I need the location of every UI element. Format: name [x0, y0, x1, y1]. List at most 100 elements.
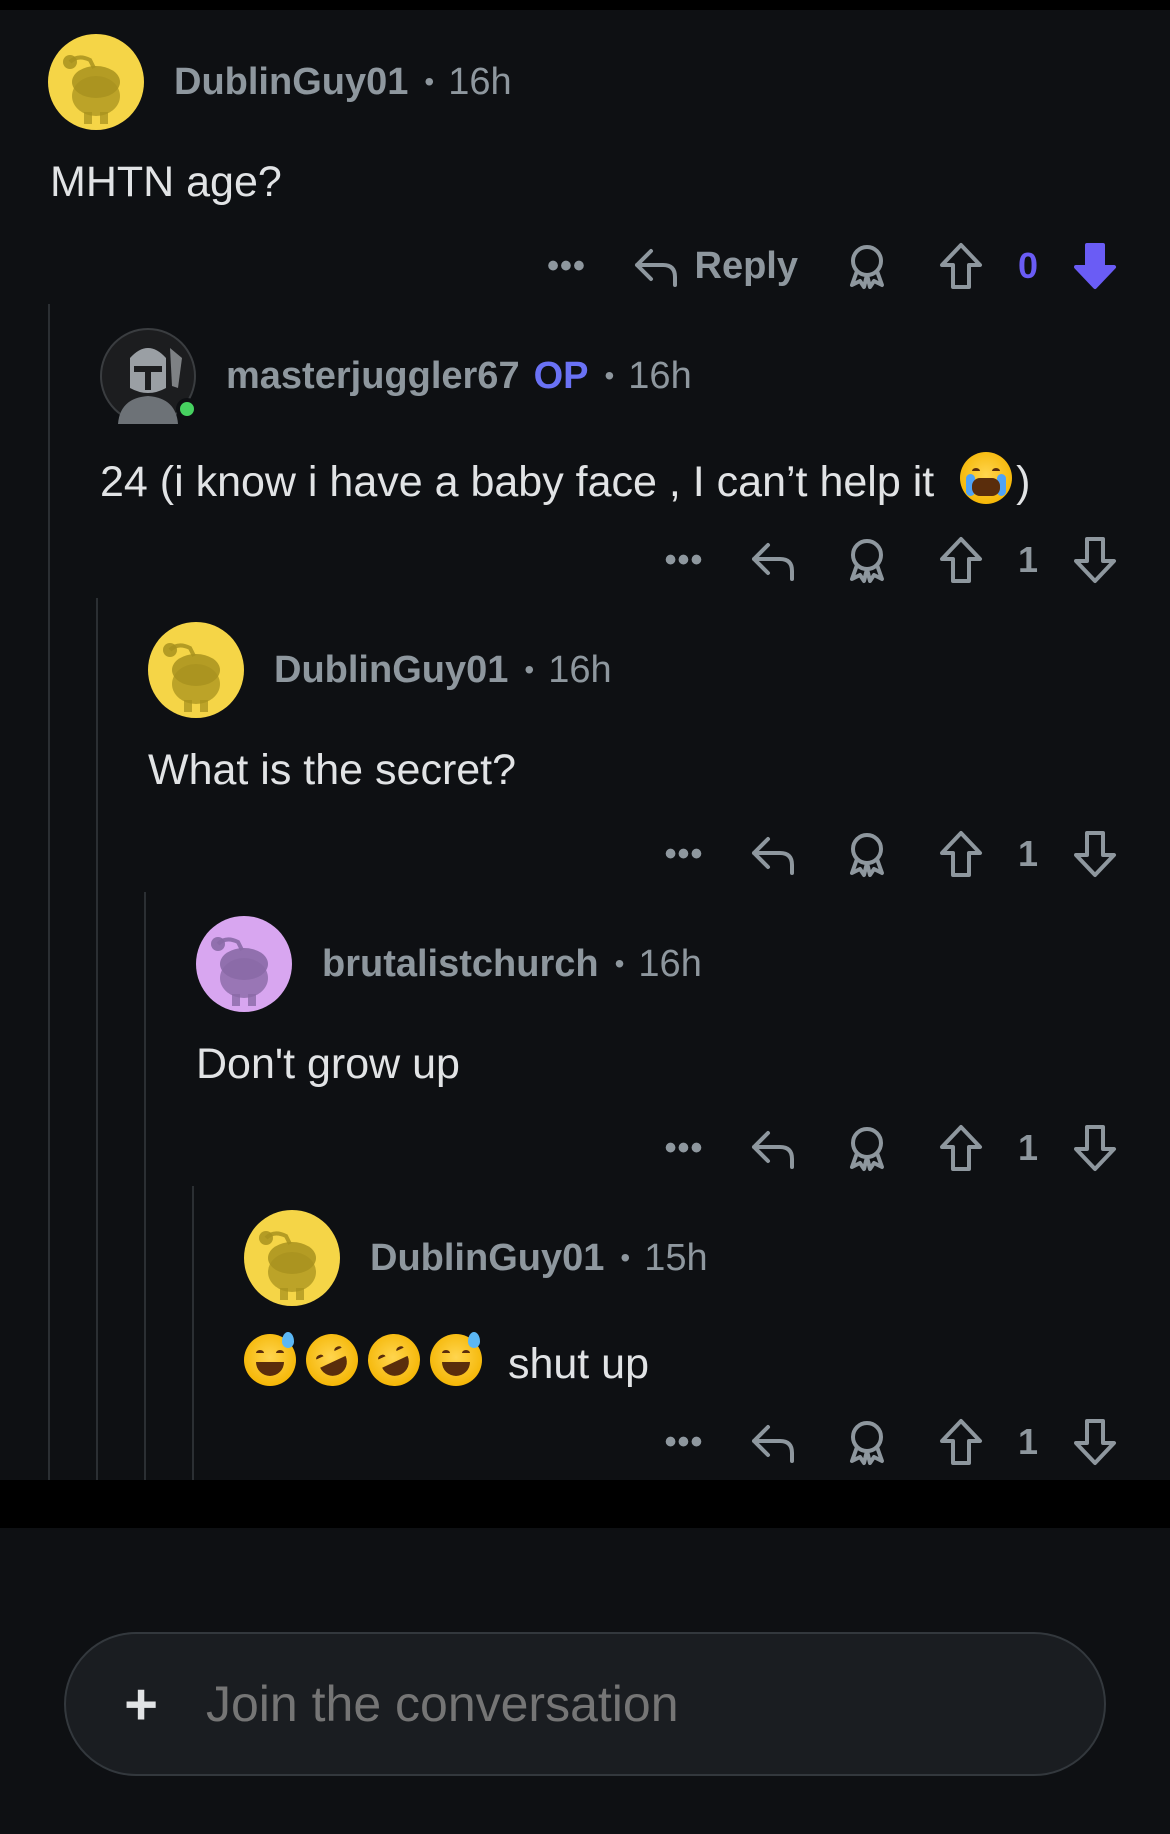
username[interactable]: DublinGuy01	[274, 649, 508, 692]
award-icon	[850, 833, 884, 877]
thread-line-level-2[interactable]	[96, 598, 98, 1480]
downvote-arrow-icon	[1074, 831, 1116, 877]
award-icon	[850, 245, 884, 289]
upvote-button[interactable]	[936, 829, 986, 879]
award-button[interactable]	[842, 535, 892, 585]
vote-count: 1	[1017, 539, 1039, 580]
comment-thread: DublinGuy01 • 16h MHTN age? ••• Reply 0	[0, 10, 1170, 1480]
snoo-avatar-icon	[244, 1210, 340, 1306]
downvote-button[interactable]	[1070, 829, 1120, 879]
comment: masterjuggler67 OP • 16h 24 (i know i ha…	[100, 328, 1120, 598]
downvote-button[interactable]	[1070, 241, 1120, 291]
username[interactable]: DublinGuy01	[174, 61, 408, 104]
comment: DublinGuy01 • 15h shut up ••• 1	[244, 1210, 1120, 1480]
separator-dot: •	[604, 360, 615, 391]
vote-count: 1	[1017, 1127, 1039, 1168]
more-options-button[interactable]: •••	[537, 247, 597, 286]
timestamp: 16h	[628, 354, 692, 397]
reply-button[interactable]	[748, 1123, 798, 1173]
comment-header: brutalistchurch • 16h	[196, 916, 702, 1012]
downvote-button[interactable]	[1070, 1417, 1120, 1467]
separator-dot: •	[614, 948, 625, 979]
vote-count: 1	[1017, 1421, 1039, 1462]
reply-icon	[752, 837, 794, 875]
vote-count: 1	[1017, 833, 1039, 874]
avatar[interactable]	[196, 916, 292, 1012]
join-conversation-input[interactable]	[206, 1675, 1006, 1733]
award-button[interactable]	[842, 241, 892, 291]
rolling-on-the-floor-laughing-emoji-icon	[359, 1325, 429, 1395]
upvote-button[interactable]	[936, 1123, 986, 1173]
snoo-avatar-icon	[196, 916, 292, 1012]
reply-button[interactable]	[748, 829, 798, 879]
username[interactable]: brutalistchurch	[322, 943, 599, 986]
comment-meta: brutalistchurch • 16h	[322, 943, 702, 986]
reply-label: Reply	[694, 244, 798, 287]
comment: DublinGuy01 • 16h MHTN age? ••• Reply 0	[48, 34, 1120, 304]
username[interactable]: DublinGuy01	[370, 1237, 604, 1280]
grinning-face-with-sweat-emoji-icon	[244, 1332, 296, 1386]
more-options-button[interactable]: •••	[654, 1129, 714, 1168]
timestamp: 16h	[548, 648, 612, 691]
upvote-arrow-icon	[940, 831, 982, 877]
comment-actions: ••• 1	[654, 1116, 1120, 1180]
avatar[interactable]	[244, 1210, 340, 1306]
comment-text: shut up	[244, 1325, 650, 1395]
loudly-crying-face-emoji-icon	[960, 452, 1013, 504]
award-button[interactable]	[842, 1123, 892, 1173]
comment-meta: DublinGuy01 • 16h	[174, 61, 512, 104]
reply-button[interactable]	[748, 1417, 798, 1467]
comment-meta: DublinGuy01 • 15h	[370, 1237, 708, 1280]
avatar[interactable]	[48, 34, 144, 130]
award-button[interactable]	[842, 1417, 892, 1467]
comment-header: DublinGuy01 • 16h	[148, 622, 612, 718]
more-options-button[interactable]: •••	[654, 541, 714, 580]
snoo-avatar-icon	[148, 622, 244, 718]
award-button[interactable]	[842, 829, 892, 879]
comment-text-main: 24 (i know i have a baby face , I can’t …	[100, 458, 935, 506]
comment-composer[interactable]: +	[64, 1632, 1106, 1776]
downvote-button[interactable]	[1070, 1123, 1120, 1173]
rolling-on-the-floor-laughing-emoji-icon	[297, 1325, 367, 1395]
comment-text: MHTN age?	[50, 158, 282, 206]
downvote-arrow-icon	[1074, 1419, 1116, 1465]
online-status-indicator	[176, 398, 198, 420]
upvote-button[interactable]	[936, 1417, 986, 1467]
thread-line-level-1[interactable]	[48, 304, 50, 1480]
avatar[interactable]	[148, 622, 244, 718]
timestamp: 16h	[448, 60, 512, 103]
reply-button[interactable]	[748, 535, 798, 585]
comment-text-main: shut up	[507, 1340, 650, 1388]
comment-text-end: )	[1016, 458, 1031, 506]
downvote-arrow-icon	[1074, 537, 1116, 583]
comment-actions: ••• Reply 0	[537, 234, 1120, 298]
reply-icon	[752, 1131, 794, 1169]
thread-line-level-3[interactable]	[144, 892, 146, 1480]
more-options-button[interactable]: •••	[654, 835, 714, 874]
reply-icon	[752, 1425, 794, 1463]
comment-header: DublinGuy01 • 16h	[48, 34, 512, 130]
comment-actions: ••• 1	[654, 528, 1120, 592]
comment-meta: masterjuggler67 OP • 16h	[226, 355, 692, 398]
avatar[interactable]	[100, 328, 198, 424]
username[interactable]: masterjuggler67	[226, 355, 520, 398]
timestamp: 15h	[644, 1236, 708, 1279]
upvote-button[interactable]	[936, 535, 986, 585]
comment-text: Don't grow up	[196, 1040, 460, 1088]
separator-dot: •	[524, 654, 535, 685]
comment-header: DublinGuy01 • 15h	[244, 1210, 708, 1306]
upvote-button[interactable]	[936, 241, 986, 291]
grinning-face-with-sweat-emoji-icon	[430, 1332, 482, 1386]
more-options-button[interactable]: •••	[654, 1423, 714, 1462]
reply-button[interactable]: Reply	[631, 241, 798, 291]
timestamp: 16h	[638, 942, 702, 985]
vote-count: 0	[1017, 245, 1039, 286]
comment-text: What is the secret?	[148, 746, 517, 794]
downvote-button[interactable]	[1070, 535, 1120, 585]
thread-line-level-4[interactable]	[192, 1186, 194, 1480]
comment-header: masterjuggler67 OP • 16h	[100, 328, 692, 424]
award-icon	[850, 1127, 884, 1171]
plus-icon[interactable]: +	[106, 1669, 176, 1739]
separator-dot: •	[424, 66, 435, 97]
composer-area: +	[0, 1528, 1170, 1834]
